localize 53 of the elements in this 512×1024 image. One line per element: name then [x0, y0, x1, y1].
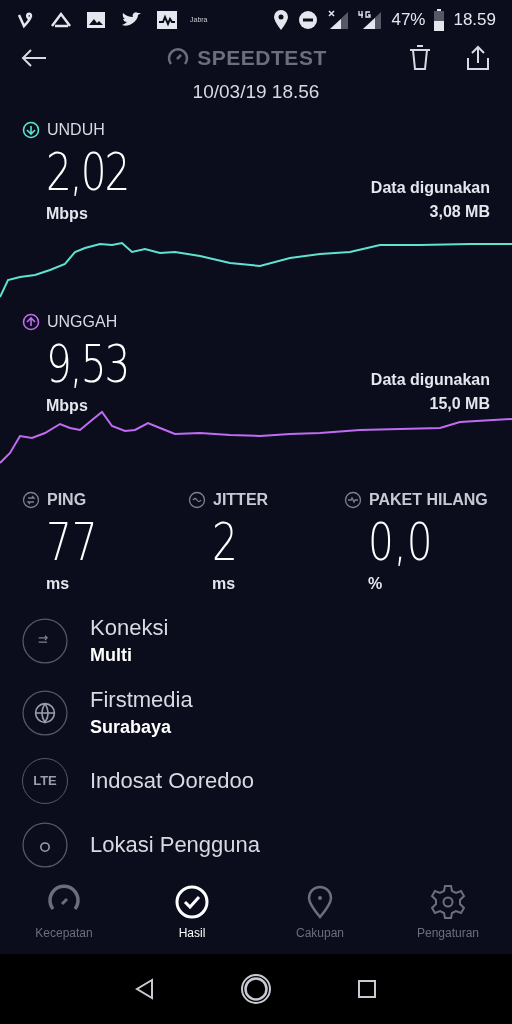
speed-value: 2,02: [46, 142, 129, 202]
stat-value: 0,0: [368, 512, 433, 572]
data-used-label: Data digunakan: [370, 178, 490, 198]
speed-unit: Mbps: [46, 396, 89, 416]
detail-title: Lokasi Pengguna: [90, 831, 261, 859]
detail-title: Indosat Ooredoo: [90, 767, 254, 795]
detail-subtitle: Surabaya: [90, 716, 173, 739]
test-date: 10/03/19 18.56: [192, 79, 320, 104]
home-button[interactable]: [239, 972, 273, 1006]
speed-unit: Mbps: [46, 204, 89, 224]
signal-4g-icon: [358, 10, 383, 30]
data-used-label: Data digunakan: [370, 370, 490, 390]
do-not-disturb-icon: [298, 10, 319, 30]
connection-icon: [22, 618, 68, 664]
stat-label: JITTER: [213, 490, 269, 510]
stat-unit: ms: [46, 574, 71, 594]
stat-unit: ms: [212, 574, 237, 594]
data-used-value: 3,08 MB: [429, 202, 490, 222]
share-button[interactable]: [464, 44, 492, 72]
pulse-icon: [344, 491, 362, 509]
square-icon: [357, 979, 378, 999]
ring-icon: [240, 973, 272, 1005]
globe-icon: [22, 690, 68, 736]
stat-unit: %: [368, 574, 384, 594]
nav-tab[interactable]: Cakupan: [256, 876, 384, 954]
location-pin-icon: [273, 9, 290, 31]
nav-tab[interactable]: Hasil: [128, 876, 256, 954]
battery-icon: [434, 9, 445, 31]
stat-label: PAKET HILANG: [369, 490, 488, 510]
location-icon: [22, 822, 68, 868]
ping-icon: [22, 491, 40, 509]
stat-value: 2: [212, 512, 238, 572]
wave-icon: [188, 491, 206, 509]
activity-icon: [156, 10, 178, 30]
clock-time: 18.59: [453, 9, 496, 32]
triangle-icon: [50, 10, 72, 30]
result-label: UNDUH: [47, 120, 105, 140]
result-label: UNGGAH: [47, 312, 118, 332]
stat-value: 77: [46, 512, 98, 572]
triangle-icon: [133, 978, 156, 1000]
detail-title: Koneksi: [90, 614, 169, 642]
detail-title: Firstmedia: [90, 686, 193, 714]
app-title: SPEEDTEST: [197, 45, 327, 72]
nav-tab[interactable]: Pengaturan: [384, 876, 512, 954]
nav-tab[interactable]: Kecepatan: [0, 876, 128, 954]
stat-label: PING: [47, 490, 87, 510]
data-used-value: 15,0 MB: [429, 394, 490, 414]
signal-icon: [327, 10, 350, 30]
image-icon: [86, 10, 106, 30]
detail-subtitle: Multi: [90, 644, 133, 667]
battery-percentage: 47%: [391, 9, 426, 32]
settings-icon: [428, 882, 468, 922]
speed-value: 9,53: [46, 334, 129, 394]
